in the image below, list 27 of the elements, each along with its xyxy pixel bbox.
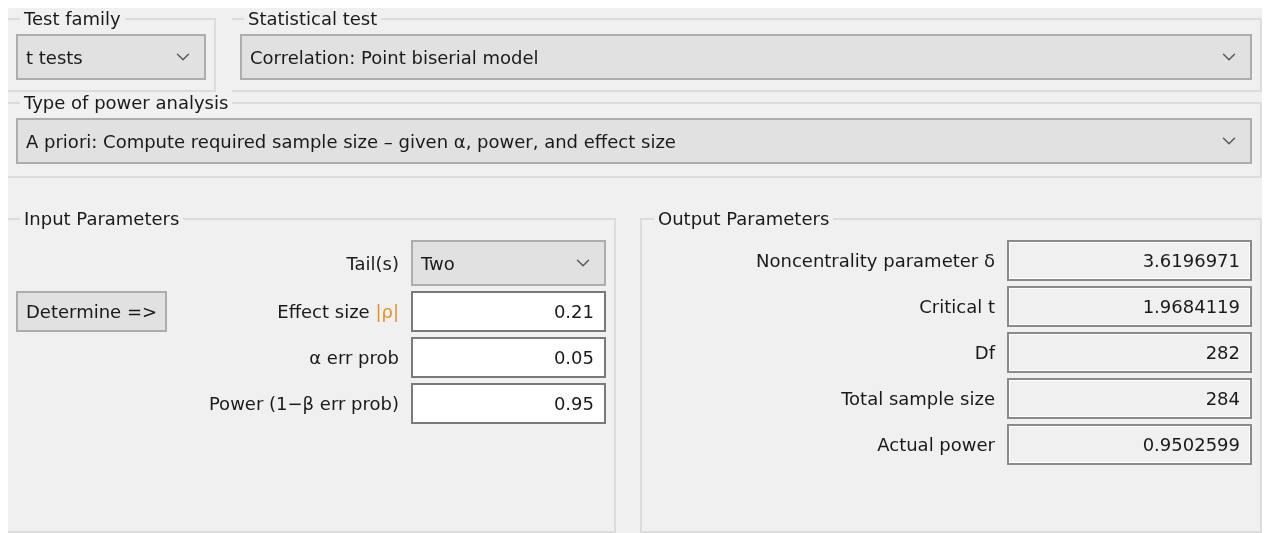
output-field: 3.6196971 — [1007, 240, 1252, 281]
parameter-label: α err prob — [309, 347, 399, 368]
dropdown[interactable]: t tests — [16, 34, 206, 80]
group-title: Output Parameters — [657, 208, 831, 230]
group-title: Input Parameters — [23, 208, 181, 230]
determine-button[interactable]: Determine => — [16, 291, 168, 332]
parameter-label: Df — [974, 342, 995, 363]
group-title: Type of power analysis — [23, 92, 230, 114]
parameter-label: Critical t — [919, 296, 995, 317]
group-title: Statistical test — [247, 8, 379, 30]
group-title: Test family — [23, 8, 122, 30]
output-field: 0.9502599 — [1007, 424, 1252, 465]
output-field: 1.9684119 — [1007, 286, 1252, 327]
input-field[interactable]: 0.21 — [411, 291, 606, 332]
input-field[interactable]: 0.05 — [411, 337, 606, 378]
parameter-label: Actual power — [877, 434, 995, 455]
input-field[interactable]: 0.95 — [411, 383, 606, 424]
parameter-label: Tail(s) — [346, 252, 399, 274]
dropdown[interactable]: Correlation: Point biserial model — [240, 34, 1252, 80]
parameter-label: Power (1−β err prob) — [208, 393, 399, 414]
parameter-label: Effect size |ρ| — [277, 301, 399, 322]
parameter-label: Noncentrality parameter δ — [756, 250, 995, 271]
dropdown[interactable]: A priori: Compute required sample size – given α, power, and effect size — [16, 118, 1252, 164]
output-field: 284 — [1007, 378, 1252, 419]
parameter-label: Total sample size — [841, 388, 995, 409]
dropdown[interactable]: Two — [411, 240, 606, 286]
output-field: 282 — [1007, 332, 1252, 373]
